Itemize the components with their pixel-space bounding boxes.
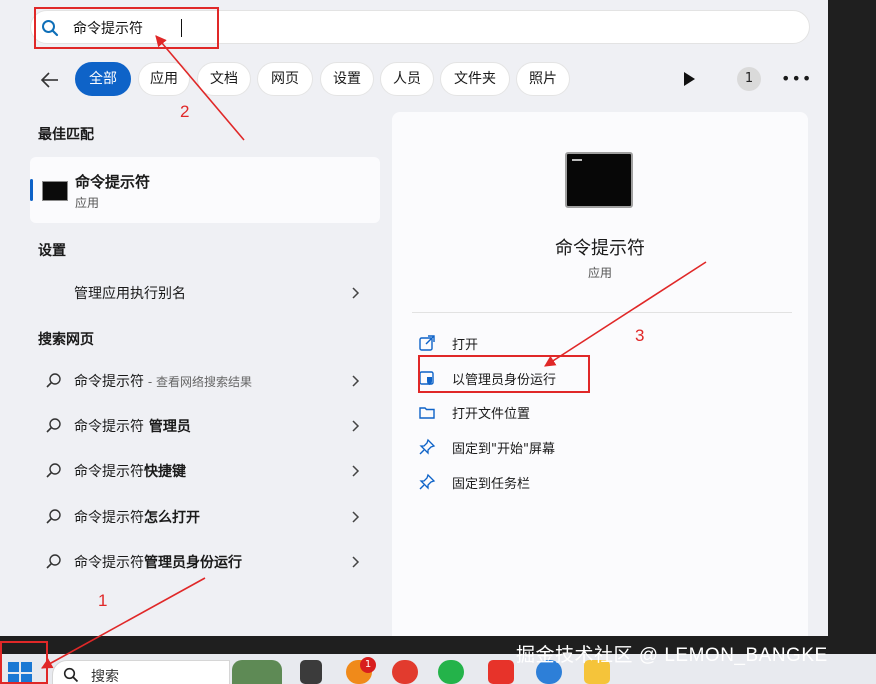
chevron-right-icon [352, 511, 360, 523]
annotation-box-search [34, 7, 219, 49]
cmd-app-large-icon [565, 152, 633, 208]
search-icon [63, 667, 79, 683]
best-match-name: 命令提示符 [75, 173, 151, 191]
section-best-match: 最佳匹配 [38, 127, 94, 143]
cmd-app-icon [42, 181, 68, 201]
search-icon [46, 509, 61, 524]
annotation-number-3: 3 [635, 326, 645, 345]
section-web: 搜索网页 [38, 332, 94, 348]
open-icon [419, 335, 435, 351]
chevron-right-icon [352, 420, 360, 432]
action-pin-to-taskbar[interactable]: 固定到任务栏 [418, 470, 618, 494]
best-match-type: 应用 [75, 196, 100, 210]
selection-indicator [30, 179, 33, 201]
web-result-label: 命令提示符管理员身份运行 [74, 555, 242, 571]
pin-icon [419, 473, 436, 490]
annotation-number-1: 1 [98, 591, 108, 610]
best-match-result[interactable]: 命令提示符 应用 [30, 157, 380, 223]
search-icon [46, 463, 61, 478]
annotation-box-start [0, 641, 48, 684]
annotation-box-admin [418, 355, 590, 393]
folder-icon [419, 407, 435, 419]
wechat-icon[interactable] [438, 660, 464, 684]
filter-web[interactable]: 网页 [257, 62, 313, 96]
pin-icon [419, 438, 436, 455]
wps-icon[interactable] [488, 660, 514, 684]
chevron-right-icon [352, 556, 360, 568]
search-icon [46, 554, 61, 569]
settings-item-label: 管理应用执行别名 [74, 286, 186, 302]
preview-app-type: 应用 [587, 266, 612, 280]
chevron-right-icon [352, 287, 360, 299]
filter-people[interactable]: 人员 [380, 62, 434, 96]
action-pin-to-start[interactable]: 固定到"开始"屏幕 [418, 435, 618, 459]
search-icon [46, 418, 61, 433]
task-view-icon[interactable] [300, 660, 322, 684]
chrome-icon[interactable] [392, 660, 418, 684]
web-result-label: 命令提示符怎么打开 [74, 510, 200, 526]
back-arrow-icon[interactable] [38, 68, 62, 92]
chevron-right-icon [352, 375, 360, 387]
filter-settings[interactable]: 设置 [320, 62, 374, 96]
start-search-panel: 命令提示符 全部 应用 文档 网页 设置 人员 文件夹 照片 1 ••• 最佳匹… [0, 0, 828, 636]
divider [412, 312, 792, 313]
watermark: 掘金技术社区 @ LEMON_BANGKE [516, 645, 828, 666]
annotation-number-2: 2 [180, 102, 190, 121]
web-result-5[interactable]: 命令提示符管理员身份运行 [30, 543, 380, 581]
notification-badge: 1 [360, 657, 376, 673]
chevron-right-icon [352, 465, 360, 477]
filter-all[interactable]: 全部 [75, 62, 131, 96]
web-result-label: 命令提示符 管理员 [74, 419, 191, 435]
more-options-icon[interactable]: ••• [781, 70, 811, 88]
filter-apps[interactable]: 应用 [138, 62, 190, 96]
preview-app-name: 命令提示符 [555, 238, 645, 259]
web-result-3[interactable]: 命令提示符快捷键 [30, 452, 380, 490]
play-icon[interactable] [682, 71, 696, 87]
filter-count-badge[interactable]: 1 [737, 67, 761, 91]
web-result-label: 命令提示符 - 查看网络搜索结果 [74, 374, 252, 390]
filter-documents[interactable]: 文档 [197, 62, 251, 96]
search-icon [46, 373, 61, 388]
section-settings: 设置 [38, 243, 66, 259]
widgets-icon[interactable] [232, 660, 282, 684]
filter-photos[interactable]: 照片 [516, 62, 570, 96]
action-open[interactable]: 打开 [418, 331, 618, 355]
taskbar-search-box[interactable]: 搜索 [52, 660, 230, 684]
settings-item-app-alias[interactable]: 管理应用执行别名 [30, 274, 380, 312]
taskbar-search-label: 搜索 [91, 669, 119, 684]
filter-folders[interactable]: 文件夹 [440, 62, 510, 96]
web-result-1[interactable]: 命令提示符 - 查看网络搜索结果 [30, 362, 380, 400]
web-result-2[interactable]: 命令提示符 管理员 [30, 407, 380, 445]
action-open-file-location[interactable]: 打开文件位置 [418, 400, 618, 424]
web-result-label: 命令提示符快捷键 [74, 464, 186, 480]
web-result-4[interactable]: 命令提示符怎么打开 [30, 498, 380, 536]
